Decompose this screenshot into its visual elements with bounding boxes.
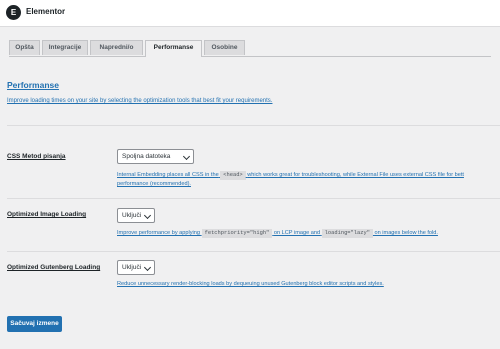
css-method-label: CSS Metod pisanja [7,153,66,160]
css-help-code: <head> [220,171,246,180]
image-loading-help: Improve performance by applying fetchpri… [117,229,438,238]
tab-advanced[interactable]: Napredni/o [90,40,143,55]
chevron-down-icon [143,211,152,220]
css-help-text: Internal Embedding places all CSS in the [117,172,219,178]
image-loading-label: Optimized Image Loading [7,211,87,218]
css-help-text-2: which works great for troubleshooting, w… [247,172,464,178]
save-changes-button[interactable]: Sačuvaj izmene [7,316,62,332]
chevron-down-icon [182,152,191,161]
image-loading-value: Uključi [122,212,142,219]
tab-performance[interactable]: Performanse [145,40,202,57]
image-help-text-2: on LCP image and [273,230,321,236]
gutenberg-loading-select[interactable]: Uključi [117,260,155,275]
chevron-down-icon [143,263,152,272]
section-description: Improve loading times on your site by se… [7,98,273,104]
css-method-help: Internal Embedding places all CSS in the… [117,171,464,189]
section-title: Performanse [7,80,59,90]
css-method-select[interactable]: Spoljna datoteka [117,149,194,164]
tab-general[interactable]: Opšta [9,40,40,55]
elementor-logo-icon: E [6,5,21,20]
divider [7,251,500,252]
css-method-value: Spoljna datoteka [122,153,171,160]
gutenberg-loading-value: Uključi [122,264,142,271]
image-help-text: Improve performance by applying [117,230,201,236]
image-help-text-3: on images below the fold. [374,230,438,236]
gutenberg-loading-help: Reduce unnecessary render-blocking loads… [117,281,384,287]
tab-integrations[interactable]: Integracije [42,40,88,55]
gutenberg-loading-label: Optimized Gutenberg Loading [7,264,101,271]
image-loading-select[interactable]: Uključi [117,208,155,223]
app-title: Elementor [26,7,66,16]
tab-features[interactable]: Osobine [204,40,245,55]
image-help-code-lazy: loading="lazy" [321,229,373,238]
settings-tabs: Opšta Integracije Napredni/o Performanse… [9,40,491,57]
css-help-text-3: performance (recommended). [117,181,191,187]
top-bar: E Elementor [0,0,500,27]
divider [7,125,500,126]
divider [7,198,500,199]
image-help-code-priority: fetchpriority="high" [201,229,273,238]
